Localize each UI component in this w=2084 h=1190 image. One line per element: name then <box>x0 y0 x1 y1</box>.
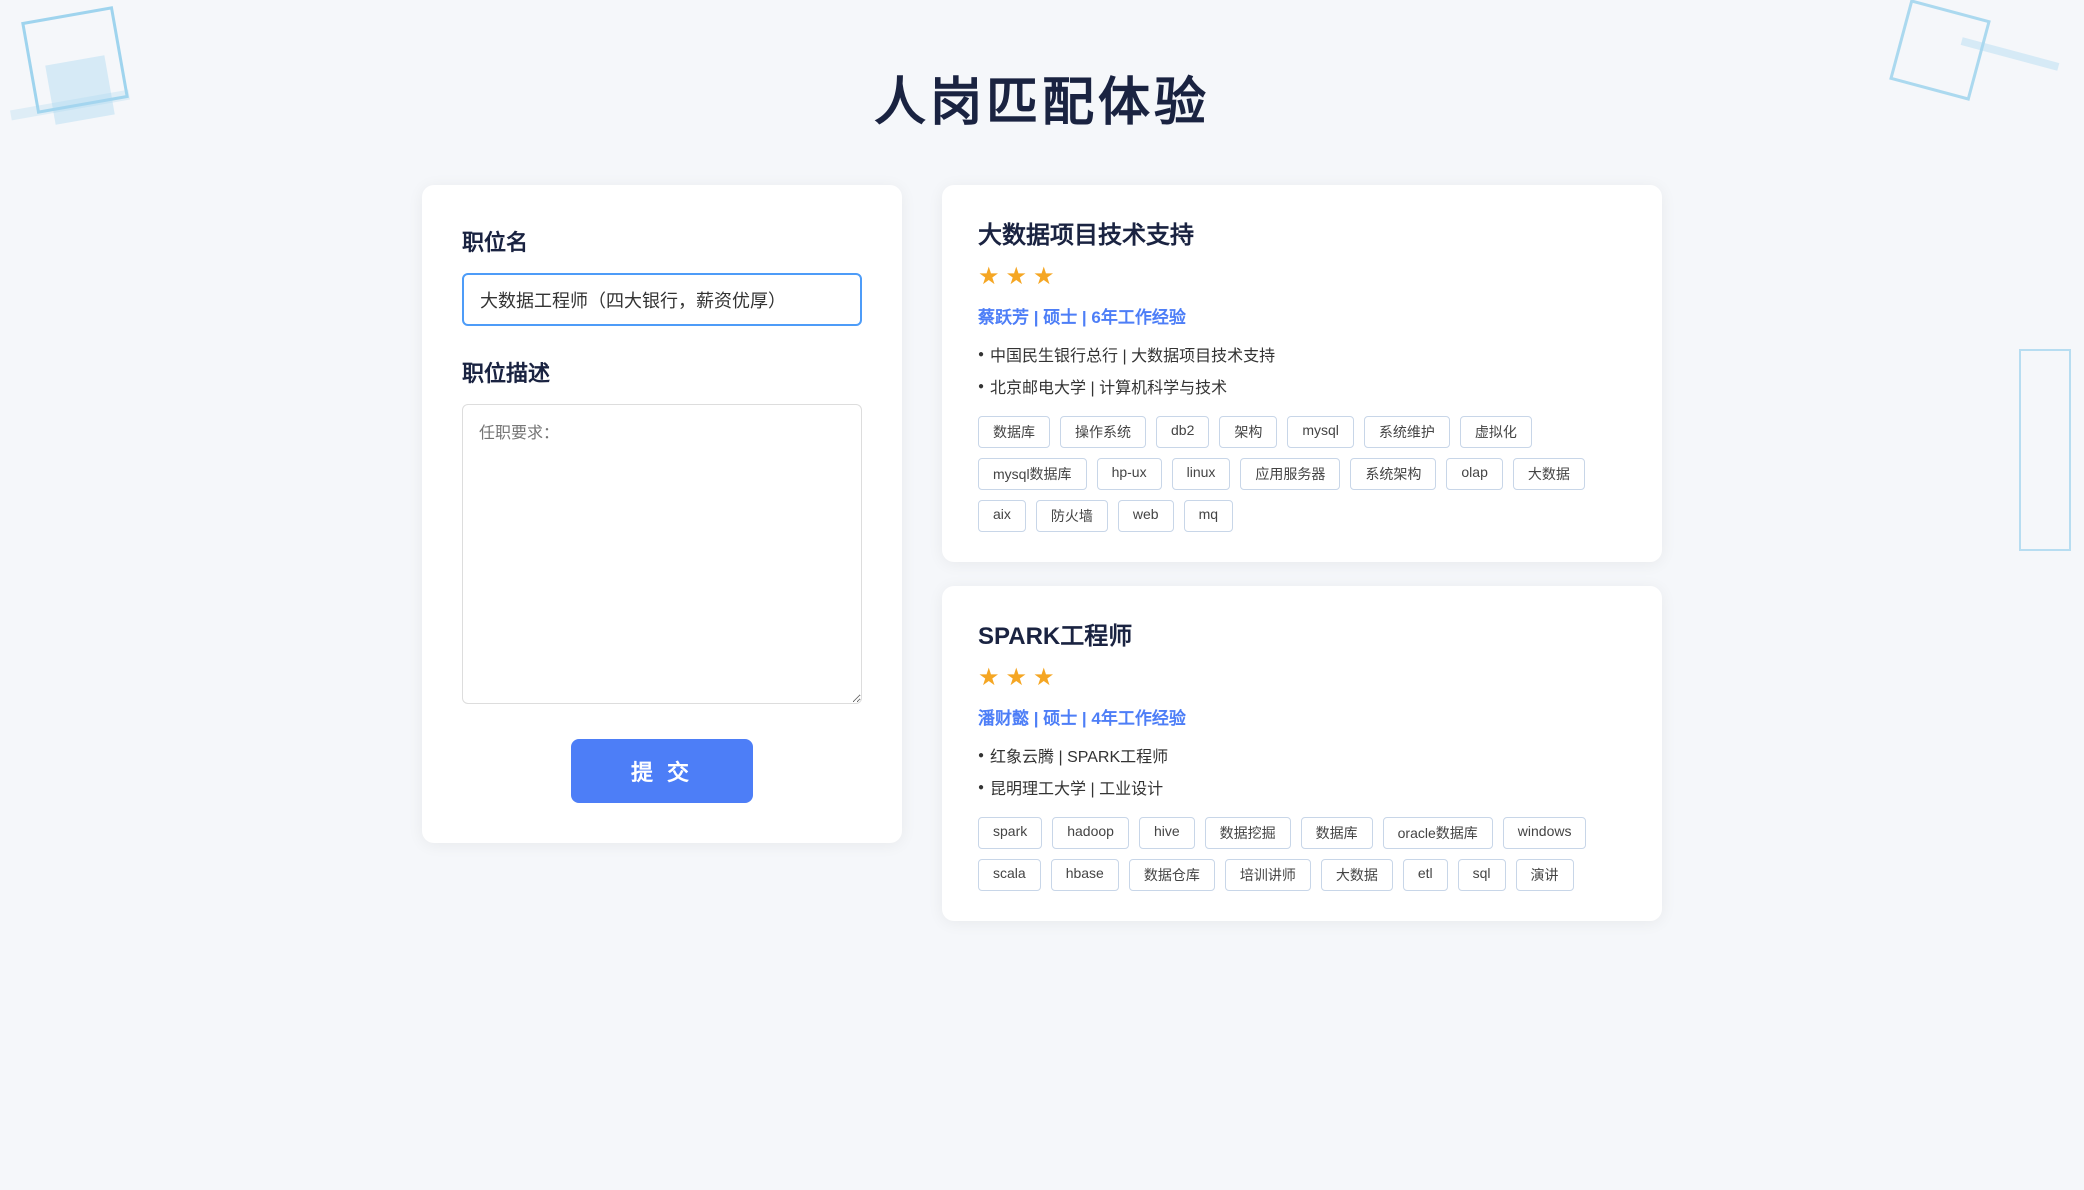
star-2-3: ★ <box>1033 663 1055 692</box>
detail-item-2-2: 昆明理工大学 | 工业设计 <box>978 775 1626 799</box>
tags-1: 数据库 操作系统 db2 架构 mysql 系统维护 虚拟化 mysql数据库 … <box>978 416 1626 532</box>
stars-2: ★ ★ ★ <box>978 663 1626 692</box>
tag-2-13: etl <box>1403 859 1448 891</box>
star-1-3: ★ <box>1033 262 1055 291</box>
submit-button[interactable]: 提 交 <box>571 739 753 803</box>
tag-1-18: mq <box>1184 500 1233 532</box>
candidate-info-2: 潘财懿 | 硕士 | 4年工作经验 <box>978 704 1626 729</box>
tag-1-15: aix <box>978 500 1026 532</box>
tag-2-10: 数据仓库 <box>1129 859 1215 891</box>
results-panel: 大数据项目技术支持 ★ ★ ★ 蔡跃芳 | 硕士 | 6年工作经验 中国民生银行… <box>942 185 1662 921</box>
stars-1: ★ ★ ★ <box>978 262 1626 291</box>
tag-2-7: windows <box>1503 817 1587 849</box>
tag-2-6: oracle数据库 <box>1383 817 1493 849</box>
main-content: 职位名 职位描述 提 交 大数据项目技术支持 ★ ★ ★ 蔡跃芳 | 硕士 | … <box>422 185 1662 921</box>
star-1-1: ★ <box>978 262 1000 291</box>
tag-1-5: mysql <box>1287 416 1354 448</box>
tag-2-3: hive <box>1139 817 1195 849</box>
tag-1-1: 数据库 <box>978 416 1050 448</box>
tag-1-8: mysql数据库 <box>978 458 1087 490</box>
star-2-2: ★ <box>1006 663 1028 692</box>
tag-2-11: 培训讲师 <box>1225 859 1311 891</box>
tag-2-12: 大数据 <box>1321 859 1393 891</box>
tag-1-7: 虚拟化 <box>1460 416 1532 448</box>
tag-1-12: 系统架构 <box>1350 458 1436 490</box>
detail-item-1-2: 北京邮电大学 | 计算机科学与技术 <box>978 374 1626 398</box>
tag-1-10: linux <box>1172 458 1231 490</box>
candidate-detail-1: 中国民生银行总行 | 大数据项目技术支持 北京邮电大学 | 计算机科学与技术 <box>978 342 1626 398</box>
tag-2-14: sql <box>1458 859 1506 891</box>
result-job-title-1: 大数据项目技术支持 <box>978 215 1626 250</box>
tag-2-2: hadoop <box>1052 817 1129 849</box>
detail-item-1-1: 中国民生银行总行 | 大数据项目技术支持 <box>978 342 1626 366</box>
tag-1-13: olap <box>1446 458 1502 490</box>
form-panel: 职位名 职位描述 提 交 <box>422 185 902 843</box>
tag-1-11: 应用服务器 <box>1240 458 1340 490</box>
job-desc-label: 职位描述 <box>462 356 862 388</box>
job-desc-textarea[interactable] <box>462 404 862 704</box>
tag-1-16: 防火墙 <box>1036 500 1108 532</box>
result-job-title-2: SPARK工程师 <box>978 616 1626 651</box>
star-2-1: ★ <box>978 663 1000 692</box>
result-card-2: SPARK工程师 ★ ★ ★ 潘财懿 | 硕士 | 4年工作经验 红象云腾 | … <box>942 586 1662 921</box>
tag-1-6: 系统维护 <box>1364 416 1450 448</box>
tag-1-9: hp-ux <box>1097 458 1162 490</box>
tag-1-3: db2 <box>1156 416 1209 448</box>
page-title: 人岗匹配体验 <box>422 60 1662 135</box>
tag-2-4: 数据挖掘 <box>1205 817 1291 849</box>
tags-2: spark hadoop hive 数据挖掘 数据库 oracle数据库 win… <box>978 817 1626 891</box>
tag-2-1: spark <box>978 817 1042 849</box>
job-title-label: 职位名 <box>462 225 862 257</box>
tag-2-15: 演讲 <box>1516 859 1574 891</box>
tag-2-9: hbase <box>1051 859 1119 891</box>
result-card-1: 大数据项目技术支持 ★ ★ ★ 蔡跃芳 | 硕士 | 6年工作经验 中国民生银行… <box>942 185 1662 562</box>
tag-1-4: 架构 <box>1219 416 1277 448</box>
candidate-detail-2: 红象云腾 | SPARK工程师 昆明理工大学 | 工业设计 <box>978 743 1626 799</box>
tag-1-2: 操作系统 <box>1060 416 1146 448</box>
tag-1-17: web <box>1118 500 1174 532</box>
detail-item-2-1: 红象云腾 | SPARK工程师 <box>978 743 1626 767</box>
tag-2-8: scala <box>978 859 1041 891</box>
candidate-info-1: 蔡跃芳 | 硕士 | 6年工作经验 <box>978 303 1626 328</box>
job-title-input[interactable] <box>462 273 862 326</box>
star-1-2: ★ <box>1006 262 1028 291</box>
tag-1-14: 大数据 <box>1513 458 1585 490</box>
tag-2-5: 数据库 <box>1301 817 1373 849</box>
